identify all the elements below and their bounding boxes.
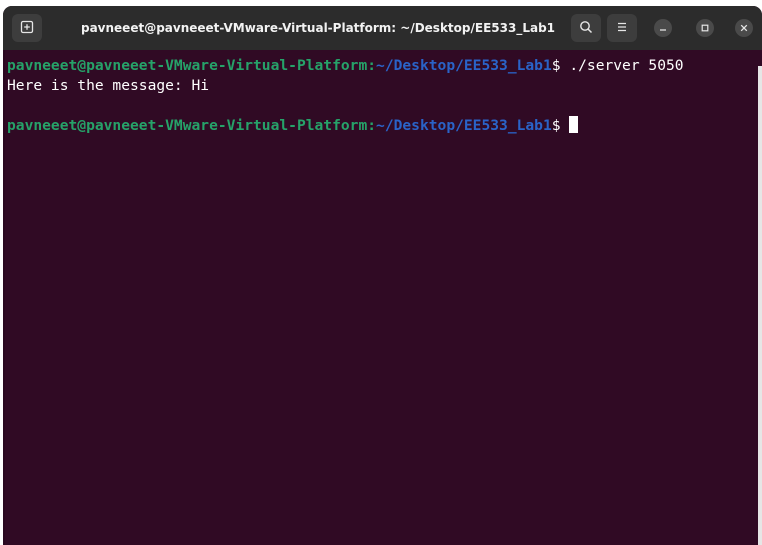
new-tab-button[interactable] [12, 14, 42, 42]
prompt-user: pavneeet@pavneeet-VMware-Virtual-Platfor… [7, 57, 368, 74]
scrollbar[interactable] [758, 66, 762, 545]
prompt-user: pavneeet@pavneeet-VMware-Virtual-Platfor… [7, 117, 368, 134]
minimize-button[interactable] [654, 19, 672, 37]
prompt-path: ~/Desktop/EE533_Lab1 [376, 117, 552, 134]
prompt-separator: : [367, 117, 377, 134]
new-tab-icon [20, 19, 34, 38]
prompt-dollar: $ [551, 57, 570, 74]
prompt-path: ~/Desktop/EE533_Lab1 [376, 57, 552, 74]
command-text: ./server 5050 [569, 57, 684, 74]
maximize-button[interactable] [696, 19, 714, 37]
title-bar: pavneeet@pavneeet-VMware-Virtual-Platfor… [3, 6, 762, 50]
menu-button[interactable] [607, 14, 637, 42]
search-button[interactable] [571, 14, 601, 42]
terminal-window: pavneeet@pavneeet-VMware-Virtual-Platfor… [3, 6, 762, 545]
prompt-separator: : [367, 57, 377, 74]
output-text: Here is the message: Hi [7, 77, 210, 94]
terminal-cursor [569, 116, 579, 133]
terminal-line-4: pavneeet@pavneeet-VMware-Virtual-Platfor… [7, 116, 762, 136]
search-icon [579, 19, 593, 38]
terminal-line-1: pavneeet@pavneeet-VMware-Virtual-Platfor… [7, 56, 762, 76]
hamburger-menu-icon [615, 19, 629, 38]
terminal-line-3 [7, 96, 762, 116]
minimize-icon [659, 22, 667, 35]
window-title: pavneeet@pavneeet-VMware-Virtual-Platfor… [80, 21, 556, 35]
prompt-dollar: $ [551, 117, 570, 134]
close-button[interactable] [735, 19, 753, 37]
terminal-content[interactable]: pavneeet@pavneeet-VMware-Virtual-Platfor… [3, 50, 762, 545]
close-icon [740, 22, 748, 35]
terminal-line-2: Here is the message: Hi [7, 76, 762, 96]
maximize-icon [701, 22, 709, 35]
